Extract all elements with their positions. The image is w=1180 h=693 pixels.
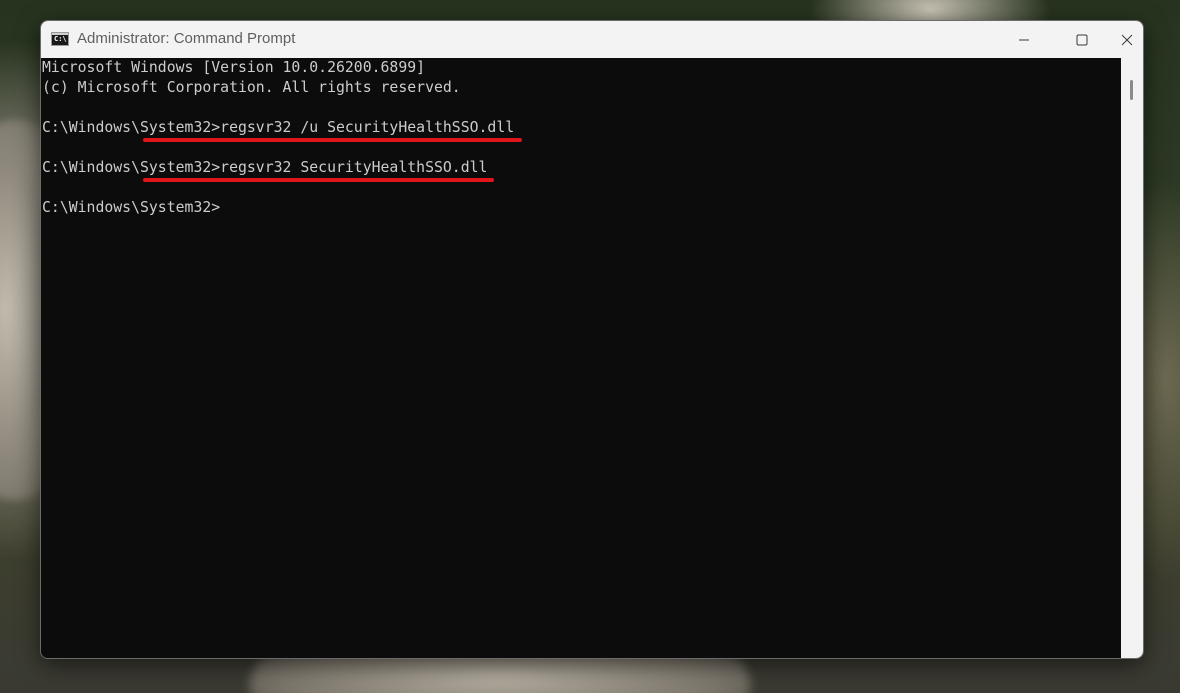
minimize-button[interactable] (995, 21, 1053, 58)
terminal-line-unregister-command: C:\Windows\System32>regsvr32 /u Security… (42, 119, 515, 136)
command-prompt-window: C:\ Administrator: Command Prompt Micros… (40, 20, 1144, 659)
maximize-icon (1076, 34, 1088, 45)
vertical-scrollbar[interactable] (1121, 58, 1143, 658)
terminal-line-register-command: C:\Windows\System32>regsvr32 SecurityHea… (42, 159, 488, 176)
terminal-line-copyright: (c) Microsoft Corporation. All rights re… (42, 79, 461, 96)
maximize-button[interactable] (1053, 21, 1111, 58)
highlight-underline (143, 138, 522, 142)
highlight-underline (143, 178, 494, 182)
terminal-prompt[interactable]: C:\Windows\System32> (42, 198, 220, 218)
close-button[interactable] (1111, 21, 1143, 58)
close-icon (1121, 34, 1133, 45)
minimize-icon (1019, 39, 1029, 40)
command-prompt-icon: C:\ (51, 32, 69, 46)
terminal-line-version: Microsoft Windows [Version 10.0.26200.68… (42, 59, 426, 76)
icon-glyph: C:\ (54, 35, 67, 43)
window-title: Administrator: Command Prompt (77, 30, 296, 47)
scrollbar-thumb[interactable] (1130, 80, 1133, 100)
title-bar[interactable]: C:\ Administrator: Command Prompt (41, 21, 1143, 58)
terminal-output[interactable]: Microsoft Windows [Version 10.0.26200.68… (41, 58, 1121, 658)
